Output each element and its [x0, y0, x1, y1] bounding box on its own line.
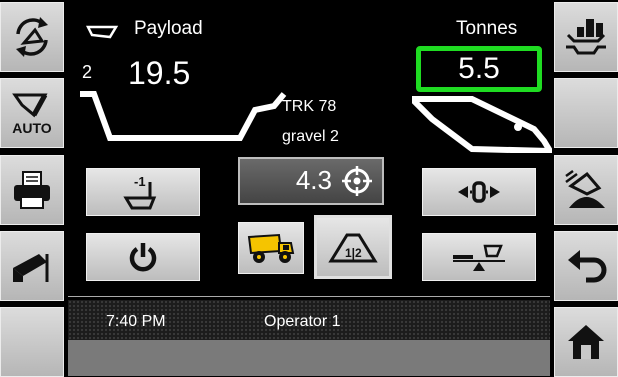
- bucket-camera-icon: [13, 254, 49, 282]
- settings-icon: [566, 19, 606, 55]
- clock-time: 7:40 PM: [106, 313, 166, 330]
- truck-select-button[interactable]: [238, 222, 304, 274]
- material-pile-icon: 1|2: [328, 233, 378, 263]
- auto-button[interactable]: AUTO: [0, 78, 64, 148]
- print-button[interactable]: [0, 155, 64, 225]
- dump-truck-icon: [247, 233, 295, 263]
- auto-bucket-icon: [12, 93, 48, 118]
- operator-name[interactable]: Operator 1: [264, 313, 340, 331]
- home-button[interactable]: [554, 307, 618, 377]
- zero-button[interactable]: [422, 168, 536, 216]
- blank-right-button[interactable]: [554, 78, 618, 148]
- tip-off-button[interactable]: -1: [86, 168, 200, 216]
- camera-button[interactable]: [0, 231, 64, 301]
- blank-left-button[interactable]: [0, 307, 64, 377]
- truck-material: gravel 2: [282, 128, 339, 145]
- material-label: 1|2: [345, 246, 362, 260]
- cycle-button[interactable]: [0, 2, 64, 72]
- target-icon: [342, 166, 372, 196]
- power-icon: [129, 243, 157, 272]
- auto-label: AUTO: [12, 120, 52, 136]
- target-weight-box[interactable]: 4.3: [238, 157, 384, 205]
- bucket-minus-one-icon: -1: [123, 174, 157, 210]
- tonnes-value-box[interactable]: 5.5: [416, 46, 542, 92]
- payload-label: Payload: [134, 18, 203, 39]
- tonnes-label: Tonnes: [456, 18, 518, 39]
- settings-button[interactable]: [554, 2, 618, 72]
- tip-off-label: -1: [134, 174, 146, 189]
- recycle-bucket-icon: [16, 17, 48, 57]
- power-button[interactable]: [86, 233, 200, 281]
- message-bar: [68, 340, 550, 376]
- truck-name: TRK 78: [282, 98, 337, 115]
- pile-dig-button[interactable]: [554, 155, 618, 225]
- loader-bucket-icon: [412, 96, 552, 153]
- truck-bed-icon: [80, 91, 287, 141]
- pile-dig-icon: [565, 169, 605, 208]
- scale-balance-icon: [453, 244, 505, 271]
- calibrate-button[interactable]: [422, 233, 536, 281]
- target-value: 4.3: [295, 165, 332, 195]
- bucket-index: 2: [82, 62, 93, 82]
- zero-tare-icon: [458, 181, 500, 203]
- tonnes-value: 5.5: [458, 52, 500, 85]
- divider-line: [68, 296, 550, 297]
- material-select-button[interactable]: 1|2: [314, 215, 392, 279]
- undo-icon: [568, 250, 607, 283]
- home-icon: [568, 325, 604, 359]
- printer-icon: [14, 171, 50, 209]
- undo-button[interactable]: [554, 231, 618, 301]
- payload-icon: [86, 25, 119, 39]
